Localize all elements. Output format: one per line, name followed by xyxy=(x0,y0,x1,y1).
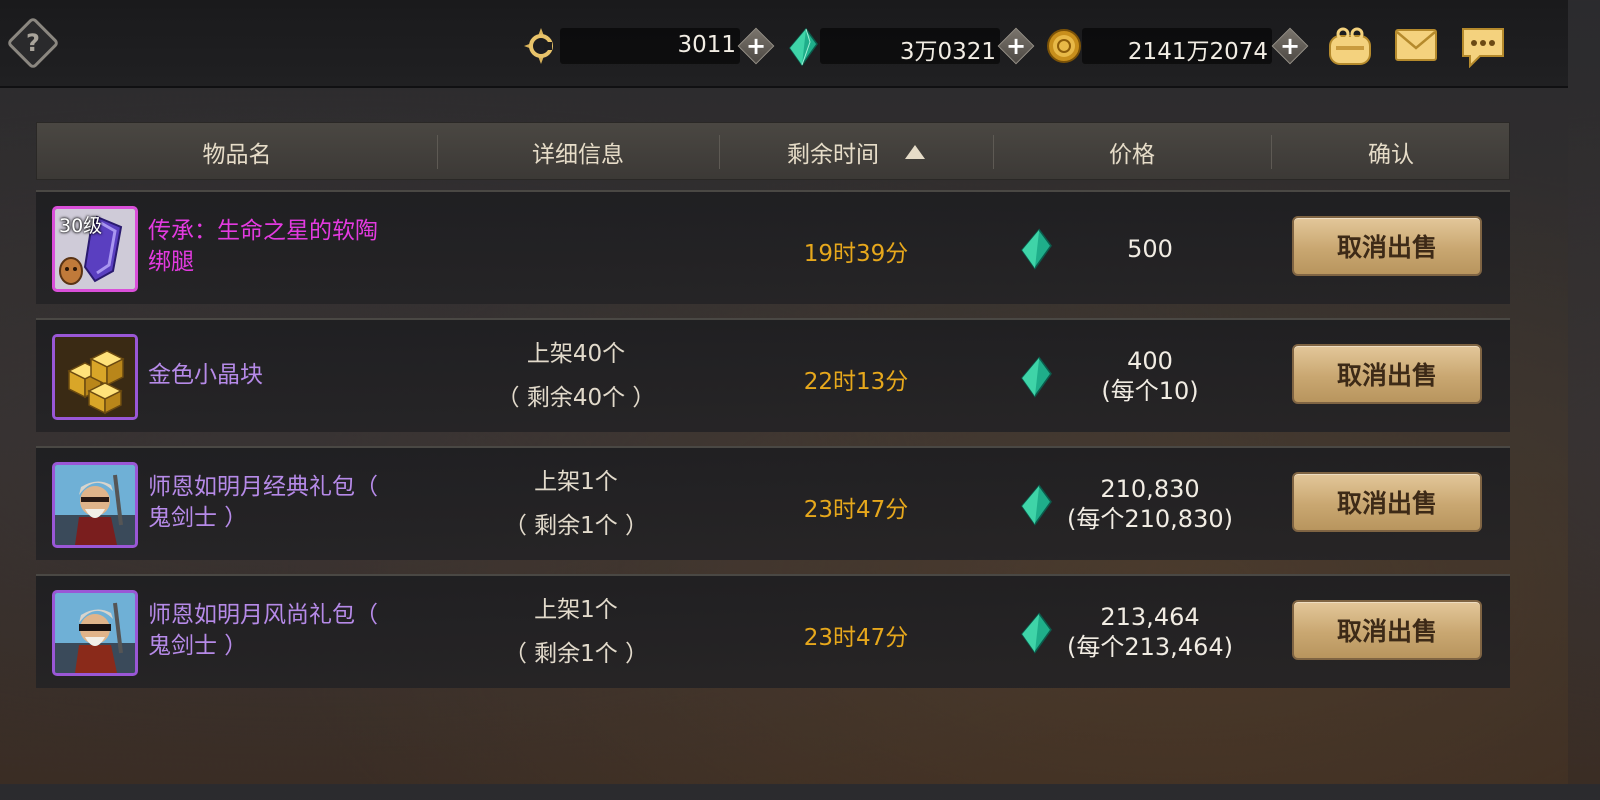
listing-detail: 上架1个 （ 剩余1个 ） xyxy=(436,588,716,676)
price-total: 400 xyxy=(1127,347,1173,375)
gold-crystal-icon xyxy=(55,337,135,417)
listed-quantity: 上架1个 xyxy=(534,597,618,623)
price: 500 xyxy=(1036,234,1264,264)
chat-icon[interactable] xyxy=(1460,26,1506,68)
item-name: 金色小晶块 xyxy=(148,362,263,388)
price-each: (每个10) xyxy=(1101,377,1199,405)
gem-icon xyxy=(789,28,818,66)
price: 213,464 (每个213,464) xyxy=(1036,602,1264,662)
item-level-badge: 30级 xyxy=(59,215,103,237)
top-bar: ? 3011 + 3万0321 + 2141万2074 + xyxy=(0,0,1568,88)
column-header-time-label: 剩余时间 xyxy=(787,142,879,168)
item-name-line2: 绑腿 xyxy=(148,249,194,275)
table-row: 金色小晶块 上架40个 （ 剩余40个 ） 22时13分 400 (每个10) … xyxy=(36,318,1510,432)
item-icon-gift-pack[interactable] xyxy=(52,590,138,676)
column-header-details: 详细信息 xyxy=(532,142,624,168)
price-each: (每个210,830) xyxy=(1067,505,1233,533)
remaining-quantity: （ 剩余1个 ） xyxy=(503,513,649,539)
item-name: 传承：生命之星的软陶 绑腿 xyxy=(148,216,418,278)
plus-icon: + xyxy=(1005,32,1027,60)
ceras-coin-icon xyxy=(524,28,553,64)
listed-quantity: 上架1个 xyxy=(534,469,618,495)
cancel-sale-button[interactable]: 取消出售 xyxy=(1292,600,1482,660)
item-icon-gift-pack[interactable] xyxy=(52,462,138,548)
cancel-sale-button[interactable]: 取消出售 xyxy=(1292,216,1482,276)
ceras-value: 3011 xyxy=(677,32,736,58)
cancel-sale-button[interactable]: 取消出售 xyxy=(1292,472,1482,532)
item-name: 师恩如明月经典礼包（ 鬼剑士 ） xyxy=(148,472,418,534)
table-row: 师恩如明月经典礼包（ 鬼剑士 ） 上架1个 （ 剩余1个 ） 23时47分 21… xyxy=(36,446,1510,560)
plus-icon: + xyxy=(745,32,767,60)
gold-value: 2141万2074 xyxy=(1127,39,1268,65)
column-header-confirm: 确认 xyxy=(1368,142,1414,168)
table-header: 物品名 详细信息 剩余时间 价格 确认 xyxy=(36,122,1510,180)
price-total: 500 xyxy=(1127,235,1173,263)
slayer-portrait-icon xyxy=(55,465,135,545)
listing-detail: 上架1个 （ 剩余1个 ） xyxy=(436,460,716,548)
time-remaining: 22时13分 xyxy=(803,369,909,395)
column-header-item-name: 物品名 xyxy=(202,142,272,168)
column-header-time-remaining[interactable]: 剩余时间 xyxy=(719,123,993,181)
table-row: 30级 传承：生命之星的软陶 绑腿 19时39分 500 取消出售 xyxy=(36,190,1510,304)
item-name-line2: 鬼剑士 ） xyxy=(148,505,248,531)
gold-coin-icon xyxy=(1047,29,1081,63)
gem-add-button[interactable]: + xyxy=(997,27,1035,65)
item-name-line1: 师恩如明月经典礼包（ xyxy=(148,474,378,500)
remaining-quantity: （ 剩余40个 ） xyxy=(496,385,656,411)
plus-icon: + xyxy=(1279,32,1301,60)
listing-detail: 上架40个 （ 剩余40个 ） xyxy=(436,332,716,420)
item-name-line1: 传承：生命之星的软陶 xyxy=(148,218,378,244)
slayer-portrait-icon xyxy=(55,593,135,673)
mail-icon[interactable] xyxy=(1394,28,1438,62)
item-icon-gold-crystal[interactable] xyxy=(52,334,138,420)
column-header-price: 价格 xyxy=(1109,142,1155,168)
listed-quantity: 上架40个 xyxy=(526,341,626,367)
price-total: 210,830 xyxy=(1100,475,1200,503)
gem-value: 3万0321 xyxy=(899,39,996,65)
item-icon-leggings[interactable]: 30级 xyxy=(52,206,138,292)
time-remaining: 19时39分 xyxy=(803,241,909,267)
time-remaining: 23时47分 xyxy=(803,497,909,523)
help-button[interactable]: ? xyxy=(6,16,60,70)
coin-pouch-icon[interactable] xyxy=(1326,24,1374,68)
item-name-line1: 师恩如明月风尚礼包（ xyxy=(148,602,378,628)
time-remaining: 23时47分 xyxy=(803,625,909,651)
price: 210,830 (每个210,830) xyxy=(1036,474,1264,534)
item-name-line2: 鬼剑士 ） xyxy=(148,633,248,659)
help-icon: ? xyxy=(26,29,40,57)
gold-add-button[interactable]: + xyxy=(1271,27,1309,65)
sort-ascending-icon xyxy=(905,145,925,159)
table-row: 师恩如明月风尚礼包（ 鬼剑士 ） 上架1个 （ 剩余1个 ） 23时47分 21… xyxy=(36,574,1510,688)
price-each: (每个213,464) xyxy=(1067,633,1233,661)
ceras-add-button[interactable]: + xyxy=(737,27,775,65)
item-name: 师恩如明月风尚礼包（ 鬼剑士 ） xyxy=(148,600,418,662)
price: 400 (每个10) xyxy=(1036,346,1264,406)
price-total: 213,464 xyxy=(1100,603,1200,631)
remaining-quantity: （ 剩余1个 ） xyxy=(503,641,649,667)
cancel-sale-button[interactable]: 取消出售 xyxy=(1292,344,1482,404)
